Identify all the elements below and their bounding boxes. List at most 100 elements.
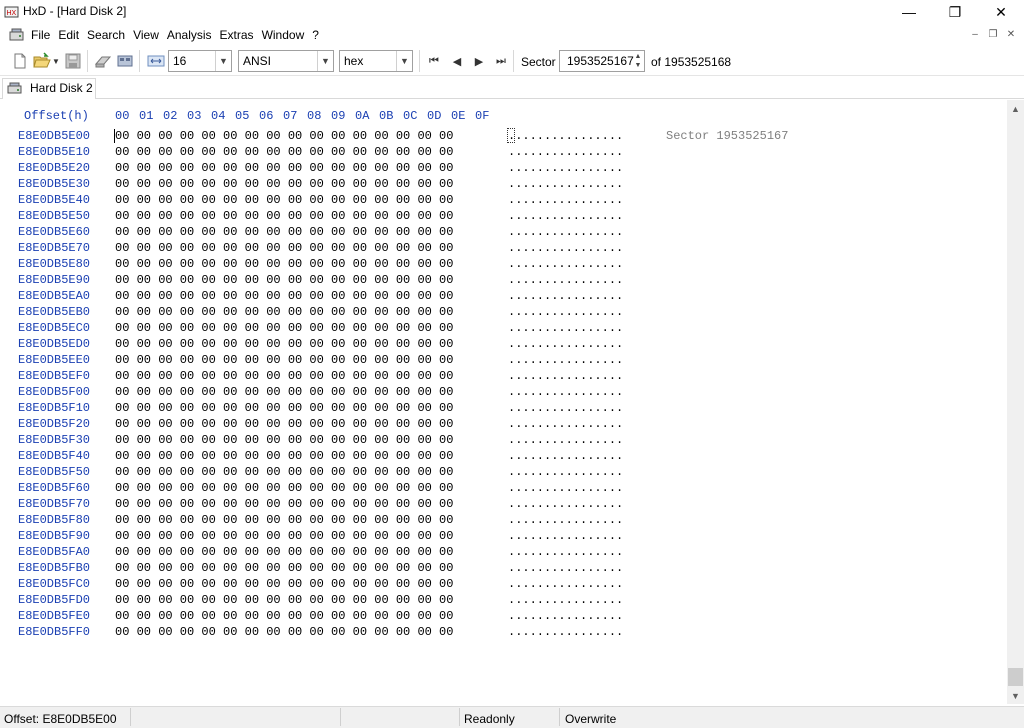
row-bytes[interactable]: 00 00 00 00 00 00 00 00 00 00 00 00 00 0… xyxy=(115,465,453,479)
menu-file[interactable]: File xyxy=(31,28,50,42)
row-bytes[interactable]: 00 00 00 00 00 00 00 00 00 00 00 00 00 0… xyxy=(115,257,453,271)
row-ascii[interactable]: ................ xyxy=(508,449,623,463)
row-ascii[interactable]: ................ xyxy=(508,225,623,239)
menu-view[interactable]: View xyxy=(133,28,159,42)
row-ascii[interactable]: ................ xyxy=(508,177,623,191)
menu-search[interactable]: Search xyxy=(87,28,125,42)
row-ascii[interactable]: ................ xyxy=(508,417,623,431)
row-ascii[interactable]: ................ xyxy=(508,401,623,415)
hex-row[interactable]: E8E0DB5EF0 00 00 00 00 00 00 00 00 00 00 … xyxy=(0,369,1007,385)
hex-row[interactable]: E8E0DB5FD0 00 00 00 00 00 00 00 00 00 00 … xyxy=(0,593,1007,609)
hex-row[interactable]: E8E0DB5F70 00 00 00 00 00 00 00 00 00 00 … xyxy=(0,497,1007,513)
row-ascii[interactable]: ................ xyxy=(508,593,623,607)
row-ascii[interactable]: ................ xyxy=(508,529,623,543)
hex-row[interactable]: E8E0DB5ED0 00 00 00 00 00 00 00 00 00 00 … xyxy=(0,337,1007,353)
spin-arrows-icon[interactable]: ▲ ▼ xyxy=(632,51,644,71)
hex-row[interactable]: E8E0DB5E70 00 00 00 00 00 00 00 00 00 00 … xyxy=(0,241,1007,257)
row-bytes[interactable]: 00 00 00 00 00 00 00 00 00 00 00 00 00 0… xyxy=(115,193,453,207)
menu-help[interactable]: ? xyxy=(312,28,319,42)
hex-row[interactable]: E8E0DB5E10 00 00 00 00 00 00 00 00 00 00 … xyxy=(0,145,1007,161)
hex-row[interactable]: E8E0DB5E00 00 00 00 00 00 00 00 00 00 00 … xyxy=(0,129,1007,145)
row-bytes[interactable]: 00 00 00 00 00 00 00 00 00 00 00 00 00 0… xyxy=(115,497,453,511)
row-bytes[interactable]: 00 00 00 00 00 00 00 00 00 00 00 00 00 0… xyxy=(115,577,453,591)
row-ascii[interactable]: ................ xyxy=(508,337,623,351)
menu-window[interactable]: Window xyxy=(262,28,305,42)
first-sector-icon[interactable]: ⏮ xyxy=(425,52,443,70)
hex-row[interactable]: E8E0DB5EB0 00 00 00 00 00 00 00 00 00 00 … xyxy=(0,305,1007,321)
row-bytes[interactable]: 00 00 00 00 00 00 00 00 00 00 00 00 00 0… xyxy=(115,337,453,351)
row-bytes[interactable]: 00 00 00 00 00 00 00 00 00 00 00 00 00 0… xyxy=(115,145,453,159)
bytes-per-row-select[interactable]: 16 ▼ xyxy=(168,50,232,72)
hex-row[interactable]: E8E0DB5E40 00 00 00 00 00 00 00 00 00 00 … xyxy=(0,193,1007,209)
hex-row[interactable]: E8E0DB5E60 00 00 00 00 00 00 00 00 00 00 … xyxy=(0,225,1007,241)
mdi-minimize-button[interactable]: – xyxy=(966,28,984,42)
hex-row[interactable]: E8E0DB5E90 00 00 00 00 00 00 00 00 00 00 … xyxy=(0,273,1007,289)
row-ascii[interactable]: ................ xyxy=(508,161,623,175)
hex-row[interactable]: E8E0DB5F90 00 00 00 00 00 00 00 00 00 00 … xyxy=(0,529,1007,545)
minimize-button[interactable]: — xyxy=(886,0,932,24)
menu-edit[interactable]: Edit xyxy=(58,28,79,42)
row-bytes[interactable]: 00 00 00 00 00 00 00 00 00 00 00 00 00 0… xyxy=(115,353,453,367)
ram-icon[interactable] xyxy=(116,52,134,70)
hex-row[interactable]: E8E0DB5F50 00 00 00 00 00 00 00 00 00 00 … xyxy=(0,465,1007,481)
mdi-restore-button[interactable]: ❐ xyxy=(984,28,1002,42)
row-bytes[interactable]: 00 00 00 00 00 00 00 00 00 00 00 00 00 0… xyxy=(115,289,453,303)
row-ascii[interactable]: ................ xyxy=(508,273,623,287)
hex-row[interactable]: E8E0DB5EA0 00 00 00 00 00 00 00 00 00 00 … xyxy=(0,289,1007,305)
row-bytes[interactable]: 00 00 00 00 00 00 00 00 00 00 00 00 00 0… xyxy=(115,625,453,639)
hex-row[interactable]: E8E0DB5FA0 00 00 00 00 00 00 00 00 00 00 … xyxy=(0,545,1007,561)
row-ascii[interactable]: ................ xyxy=(508,241,623,255)
row-bytes[interactable]: 00 00 00 00 00 00 00 00 00 00 00 00 00 0… xyxy=(115,129,453,143)
row-ascii[interactable]: ................ xyxy=(508,625,623,639)
row-bytes[interactable]: 00 00 00 00 00 00 00 00 00 00 00 00 00 0… xyxy=(115,305,453,319)
row-bytes[interactable]: 00 00 00 00 00 00 00 00 00 00 00 00 00 0… xyxy=(115,545,453,559)
row-bytes[interactable]: 00 00 00 00 00 00 00 00 00 00 00 00 00 0… xyxy=(115,273,453,287)
scroll-thumb[interactable] xyxy=(1008,668,1023,686)
row-ascii[interactable]: ................ xyxy=(508,209,623,223)
row-ascii[interactable]: ................ xyxy=(508,433,623,447)
menu-analysis[interactable]: Analysis xyxy=(167,28,212,42)
row-ascii[interactable]: ................ xyxy=(508,353,623,367)
hex-row[interactable]: E8E0DB5F40 00 00 00 00 00 00 00 00 00 00 … xyxy=(0,449,1007,465)
maximize-button[interactable]: ❐ xyxy=(932,0,978,24)
hex-row[interactable]: E8E0DB5FC0 00 00 00 00 00 00 00 00 00 00 … xyxy=(0,577,1007,593)
row-ascii[interactable]: ................ xyxy=(508,193,623,207)
vertical-scrollbar[interactable]: ▲ ▼ xyxy=(1007,100,1024,704)
open-folder-icon[interactable] xyxy=(33,52,51,70)
save-icon[interactable] xyxy=(64,52,82,70)
hex-row[interactable]: E8E0DB5EE0 00 00 00 00 00 00 00 00 00 00 … xyxy=(0,353,1007,369)
hex-row[interactable]: E8E0DB5EC0 00 00 00 00 00 00 00 00 00 00 … xyxy=(0,321,1007,337)
row-ascii[interactable]: ................ xyxy=(508,305,623,319)
hex-row[interactable]: E8E0DB5F20 00 00 00 00 00 00 00 00 00 00 … xyxy=(0,417,1007,433)
row-bytes[interactable]: 00 00 00 00 00 00 00 00 00 00 00 00 00 0… xyxy=(115,321,453,335)
row-bytes[interactable]: 00 00 00 00 00 00 00 00 00 00 00 00 00 0… xyxy=(115,385,453,399)
hex-row[interactable]: E8E0DB5F30 00 00 00 00 00 00 00 00 00 00 … xyxy=(0,433,1007,449)
hex-row[interactable]: E8E0DB5F80 00 00 00 00 00 00 00 00 00 00 … xyxy=(0,513,1007,529)
row-ascii[interactable]: ................ xyxy=(508,561,623,575)
row-bytes[interactable]: 00 00 00 00 00 00 00 00 00 00 00 00 00 0… xyxy=(115,433,453,447)
row-bytes[interactable]: 00 00 00 00 00 00 00 00 00 00 00 00 00 0… xyxy=(115,513,453,527)
offset-base-select[interactable]: hex ▼ xyxy=(339,50,413,72)
row-ascii[interactable]: ................ xyxy=(508,321,623,335)
row-ascii[interactable]: ................ xyxy=(508,465,623,479)
row-ascii[interactable]: ................ xyxy=(508,577,623,591)
mdi-close-button[interactable]: ✕ xyxy=(1002,28,1020,42)
hex-row[interactable]: E8E0DB5F10 00 00 00 00 00 00 00 00 00 00 … xyxy=(0,401,1007,417)
scroll-down-icon[interactable]: ▼ xyxy=(1007,687,1024,704)
row-ascii[interactable]: ................ xyxy=(508,609,623,623)
hex-row[interactable]: E8E0DB5F00 00 00 00 00 00 00 00 00 00 00 … xyxy=(0,385,1007,401)
row-ascii[interactable]: ................ xyxy=(508,129,623,143)
sector-input[interactable]: 1953525167 ▲ ▼ xyxy=(559,50,645,72)
row-bytes[interactable]: 00 00 00 00 00 00 00 00 00 00 00 00 00 0… xyxy=(115,177,453,191)
new-file-icon[interactable] xyxy=(11,52,29,70)
close-button[interactable]: ✕ xyxy=(978,0,1024,24)
row-bytes[interactable]: 00 00 00 00 00 00 00 00 00 00 00 00 00 0… xyxy=(115,529,453,543)
row-ascii[interactable]: ................ xyxy=(508,257,623,271)
row-bytes[interactable]: 00 00 00 00 00 00 00 00 00 00 00 00 00 0… xyxy=(115,561,453,575)
row-bytes[interactable]: 00 00 00 00 00 00 00 00 00 00 00 00 00 0… xyxy=(115,481,453,495)
hex-row[interactable]: E8E0DB5F60 00 00 00 00 00 00 00 00 00 00 … xyxy=(0,481,1007,497)
menu-extras[interactable]: Extras xyxy=(220,28,254,42)
hex-editor[interactable]: Offset(h) 00 01 02 03 04 05 06 07 08 09 0A 0B 0C 0D 0E… xyxy=(0,100,1007,704)
row-ascii[interactable]: ................ xyxy=(508,289,623,303)
row-bytes[interactable]: 00 00 00 00 00 00 00 00 00 00 00 00 00 0… xyxy=(115,593,453,607)
